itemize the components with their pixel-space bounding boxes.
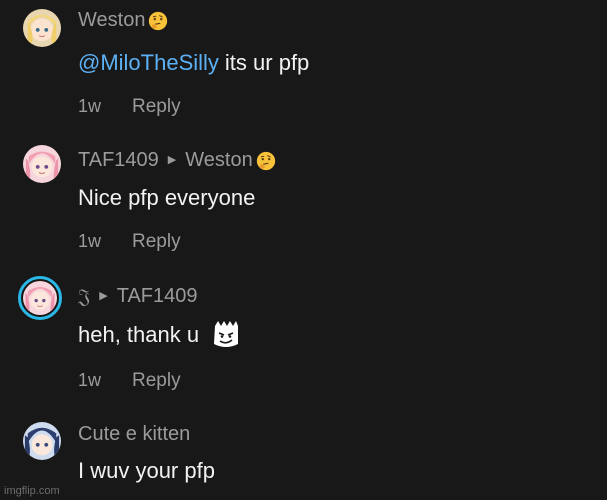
avatar-image — [23, 422, 61, 460]
comment-meta: 1w Reply — [78, 96, 181, 118]
comment-body: its ur pfp — [224, 50, 310, 75]
avatar[interactable] — [23, 422, 61, 460]
reply-button[interactable]: Reply — [132, 96, 181, 118]
comment-header: 𝔍 ▶ TAF1409 — [78, 284, 198, 308]
reply-arrow-icon: ▶ — [167, 154, 177, 166]
timestamp: 1w — [78, 370, 102, 390]
smirk-sticker-icon — [211, 320, 241, 350]
thinking-face-icon — [147, 10, 169, 32]
avatar-with-story-ring[interactable] — [18, 276, 62, 320]
username[interactable]: TAF1409 — [78, 149, 159, 172]
avatar[interactable] — [23, 9, 61, 47]
comment-header: TAF1409 ▶ Weston — [78, 149, 277, 172]
username[interactable]: 𝔍 — [78, 284, 90, 308]
comment-body: heh, thank u — [78, 322, 200, 347]
reply-button[interactable]: Reply — [132, 370, 181, 392]
avatar-image — [23, 9, 61, 47]
avatar-image — [23, 145, 61, 183]
comment-header: Cute e kitten — [78, 423, 190, 446]
comment-body: Nice pfp everyone — [78, 185, 256, 210]
watermark: imgflip.com — [4, 485, 60, 497]
comment-header: Weston — [78, 9, 169, 32]
username[interactable]: Weston — [78, 9, 145, 32]
avatar-image — [23, 281, 57, 315]
comment-text: I wuv your pfp — [78, 458, 215, 484]
avatar[interactable] — [23, 145, 61, 183]
comment-body: I wuv your pfp — [78, 458, 215, 483]
thinking-face-icon — [255, 150, 277, 172]
timestamp: 1w — [78, 231, 102, 251]
comment-meta: 1w Reply — [78, 231, 181, 253]
reply-to-username[interactable]: TAF1409 — [117, 285, 198, 308]
reply-arrow-icon: ▶ — [99, 289, 108, 302]
reply-to-username[interactable]: Weston — [185, 149, 252, 172]
mention-link[interactable]: @MiloTheSilly — [78, 50, 219, 76]
username[interactable]: Cute e kitten — [78, 423, 190, 446]
timestamp: 1w — [78, 96, 102, 116]
comment-text: @MiloTheSilly its ur pfp — [78, 50, 309, 76]
comment-meta: 1w Reply — [78, 370, 181, 392]
reply-button[interactable]: Reply — [132, 231, 181, 253]
comment-text: heh, thank u — [78, 320, 241, 350]
comment-text: Nice pfp everyone — [78, 185, 255, 211]
